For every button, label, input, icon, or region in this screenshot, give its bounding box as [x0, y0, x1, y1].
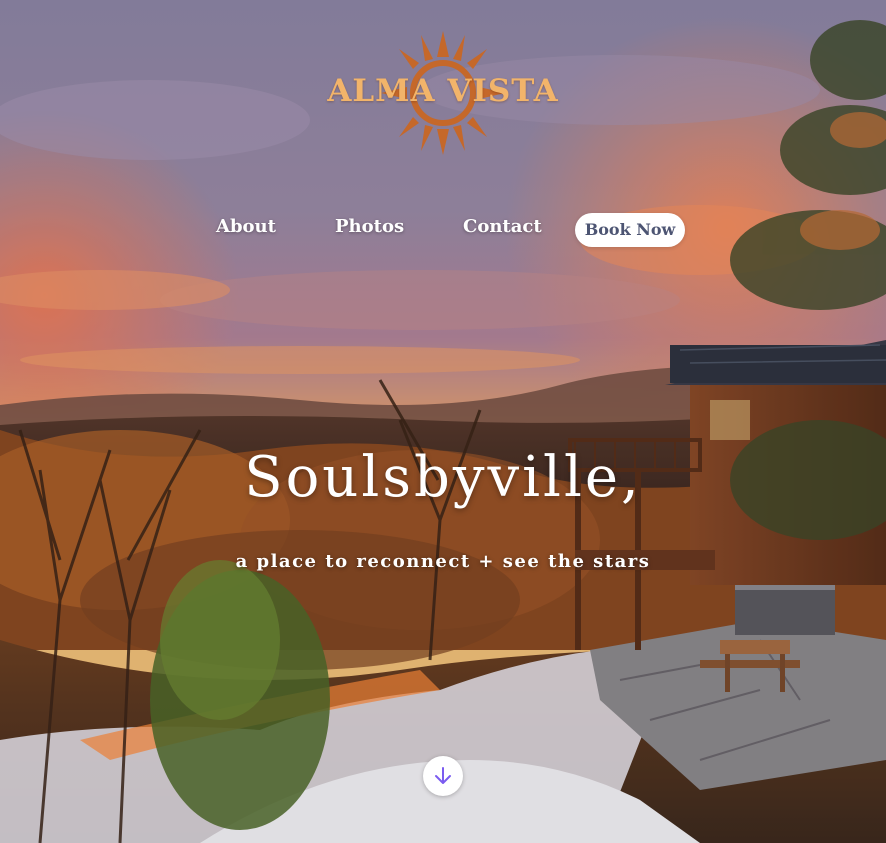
nav-link-about[interactable]: About — [216, 216, 276, 237]
scroll-down-button[interactable] — [423, 756, 463, 796]
main-navigation: About Photos Contact Book Now — [0, 210, 886, 250]
nav-link-contact[interactable]: Contact — [463, 216, 542, 237]
brand-name: ALMA VISTA — [327, 73, 559, 109]
arrow-down-icon — [435, 767, 451, 784]
hero-tagline: a place to reconnect + see the stars — [235, 551, 651, 572]
brand-logo[interactable]: ALMA VISTA — [325, 25, 561, 160]
hero-section: ALMA VISTA About Photos Contact Book Now… — [0, 0, 886, 843]
book-now-button[interactable]: Book Now — [575, 213, 685, 247]
hero-headline: Soulsbyville, — [244, 445, 642, 510]
nav-link-photos[interactable]: Photos — [335, 216, 404, 237]
